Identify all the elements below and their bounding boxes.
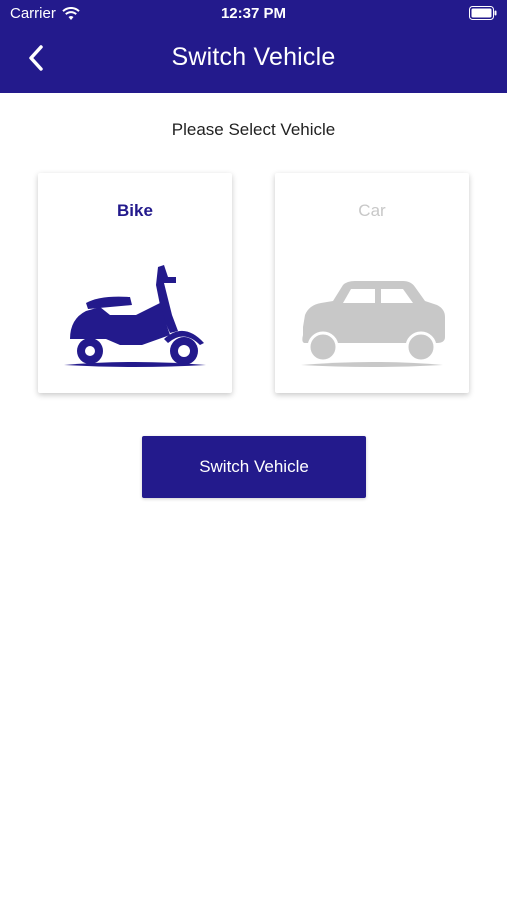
switch-vehicle-button[interactable]: Switch Vehicle [142, 436, 366, 498]
battery-icon [469, 6, 497, 20]
select-prompt: Please Select Vehicle [171, 120, 336, 139]
vehicle-card-bike[interactable]: Bike [38, 173, 232, 393]
vehicle-label-bike: Bike [117, 201, 153, 220]
vehicle-card-car[interactable]: Car [275, 173, 469, 393]
vehicle-label-car: Car [358, 201, 386, 220]
scooter-icon [64, 265, 206, 367]
page-title: Switch Vehicle [171, 43, 336, 71]
app-header: Carrier 12:37 PM Switch Vehicle [0, 0, 507, 93]
status-time: 12:37 PM [220, 5, 287, 22]
status-bar: Carrier 12:37 PM [0, 0, 507, 28]
car-icon [301, 281, 445, 367]
